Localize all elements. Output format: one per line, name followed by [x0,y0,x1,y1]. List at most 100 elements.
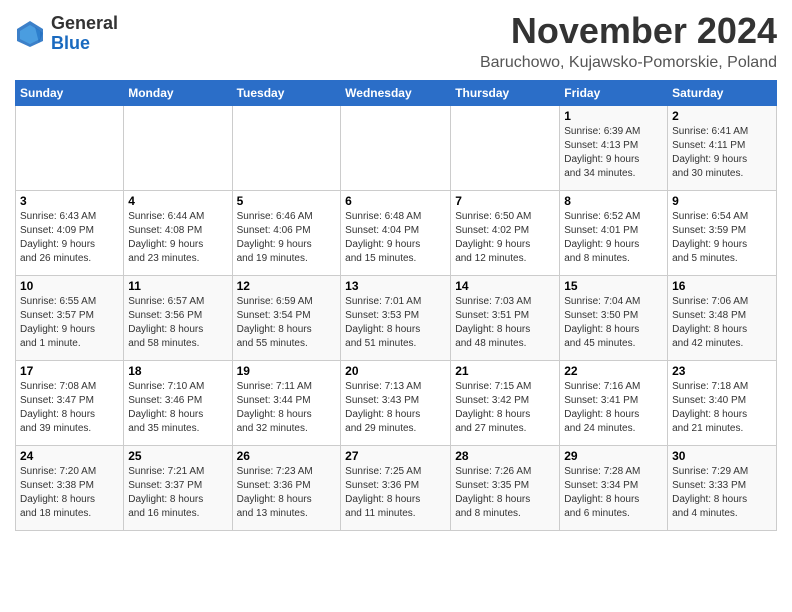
day-number: 10 [20,279,119,293]
calendar-cell [451,106,560,191]
logo: General Blue [15,14,118,54]
day-info: Sunrise: 7:21 AMSunset: 3:37 PMDaylight:… [128,465,227,521]
calendar-cell: 18 Sunrise: 7:10 AMSunset: 3:46 PMDayligh… [124,361,232,446]
month-title: November 2024 [480,10,777,52]
day-info: Sunrise: 7:06 AMSunset: 3:48 PMDaylight:… [672,295,772,351]
week-row-4: 17Sunrise: 7:08 AMSunset: 3:47 PMDayligh… [16,361,777,446]
calendar-cell: 22 Sunrise: 7:16 AMSunset: 3:41 PMDayligh… [560,361,668,446]
day-info: Sunrise: 6:43 AMSunset: 4:09 PMDaylight:… [20,210,119,266]
day-number: 2 [672,109,772,123]
day-info: Sunrise: 6:41 AMSunset: 4:11 PMDaylight:… [672,125,772,181]
day-number: 22 [564,364,663,378]
calendar-cell: 13 Sunrise: 7:01 AMSunset: 3:53 PMDayligh… [341,276,451,361]
day-number: 7 [455,194,555,208]
logo-icon [15,19,45,49]
header-day-wednesday: Wednesday [341,81,451,106]
day-info: Sunrise: 7:29 AMSunset: 3:33 PMDaylight:… [672,465,772,521]
day-number: 19 [237,364,337,378]
header-day-thursday: Thursday [451,81,560,106]
logo-general: General [51,14,118,34]
day-number: 27 [345,449,446,463]
title-area: November 2024 Baruchowo, Kujawsko-Pomors… [480,10,777,72]
day-number: 4 [128,194,227,208]
day-info: Sunrise: 7:03 AMSunset: 3:51 PMDaylight:… [455,295,555,351]
day-info: Sunrise: 6:46 AMSunset: 4:06 PMDaylight:… [237,210,337,266]
header-day-monday: Monday [124,81,232,106]
week-row-1: 1 Sunrise: 6:39 AMSunset: 4:13 PMDaylight… [16,106,777,191]
calendar-cell: 15Sunrise: 7:04 AMSunset: 3:50 PMDayligh… [560,276,668,361]
day-number: 29 [564,449,663,463]
day-number: 16 [672,279,772,293]
day-number: 9 [672,194,772,208]
calendar-cell: 29 Sunrise: 7:28 AMSunset: 3:34 PMDayligh… [560,446,668,531]
day-number: 11 [128,279,227,293]
day-info: Sunrise: 6:55 AMSunset: 3:57 PMDaylight:… [20,295,119,351]
calendar-cell: 12Sunrise: 6:59 AMSunset: 3:54 PMDayligh… [232,276,341,361]
day-number: 26 [237,449,337,463]
day-info: Sunrise: 7:01 AMSunset: 3:53 PMDaylight:… [345,295,446,351]
calendar-cell: 7 Sunrise: 6:50 AMSunset: 4:02 PMDaylight… [451,191,560,276]
day-info: Sunrise: 7:04 AMSunset: 3:50 PMDaylight:… [564,295,663,351]
logo-blue: Blue [51,34,118,54]
week-row-2: 3 Sunrise: 6:43 AMSunset: 4:09 PMDaylight… [16,191,777,276]
day-info: Sunrise: 7:08 AMSunset: 3:47 PMDaylight:… [20,380,119,436]
day-number: 21 [455,364,555,378]
week-row-5: 24 Sunrise: 7:20 AMSunset: 3:38 PMDayligh… [16,446,777,531]
calendar-cell: 11Sunrise: 6:57 AMSunset: 3:56 PMDayligh… [124,276,232,361]
calendar-cell: 28Sunrise: 7:26 AMSunset: 3:35 PMDayligh… [451,446,560,531]
day-info: Sunrise: 6:48 AMSunset: 4:04 PMDaylight:… [345,210,446,266]
day-info: Sunrise: 7:16 AMSunset: 3:41 PMDaylight:… [564,380,663,436]
day-info: Sunrise: 6:44 AMSunset: 4:08 PMDaylight:… [128,210,227,266]
day-number: 20 [345,364,446,378]
calendar-cell: 6 Sunrise: 6:48 AMSunset: 4:04 PMDaylight… [341,191,451,276]
day-info: Sunrise: 7:13 AMSunset: 3:43 PMDaylight:… [345,380,446,436]
calendar-cell: 16 Sunrise: 7:06 AMSunset: 3:48 PMDayligh… [668,276,777,361]
calendar-cell: 30Sunrise: 7:29 AMSunset: 3:33 PMDayligh… [668,446,777,531]
day-number: 13 [345,279,446,293]
calendar-header: SundayMondayTuesdayWednesdayThursdayFrid… [16,81,777,106]
day-number: 23 [672,364,772,378]
calendar-cell: 8 Sunrise: 6:52 AMSunset: 4:01 PMDaylight… [560,191,668,276]
calendar-cell [232,106,341,191]
day-number: 8 [564,194,663,208]
day-number: 24 [20,449,119,463]
header-row: SundayMondayTuesdayWednesdayThursdayFrid… [16,81,777,106]
calendar-cell: 5Sunrise: 6:46 AMSunset: 4:06 PMDaylight… [232,191,341,276]
header-day-friday: Friday [560,81,668,106]
calendar-body: 1 Sunrise: 6:39 AMSunset: 4:13 PMDaylight… [16,106,777,531]
calendar-cell [341,106,451,191]
header-day-tuesday: Tuesday [232,81,341,106]
day-number: 6 [345,194,446,208]
day-info: Sunrise: 6:52 AMSunset: 4:01 PMDaylight:… [564,210,663,266]
day-info: Sunrise: 6:50 AMSunset: 4:02 PMDaylight:… [455,210,555,266]
day-number: 18 [128,364,227,378]
calendar-cell: 20 Sunrise: 7:13 AMSunset: 3:43 PMDayligh… [341,361,451,446]
calendar-cell: 4 Sunrise: 6:44 AMSunset: 4:08 PMDaylight… [124,191,232,276]
day-info: Sunrise: 7:11 AMSunset: 3:44 PMDaylight:… [237,380,337,436]
day-info: Sunrise: 6:54 AMSunset: 3:59 PMDaylight:… [672,210,772,266]
calendar-cell: 24 Sunrise: 7:20 AMSunset: 3:38 PMDayligh… [16,446,124,531]
day-number: 25 [128,449,227,463]
day-info: Sunrise: 6:39 AMSunset: 4:13 PMDaylight:… [564,125,663,181]
day-info: Sunrise: 7:28 AMSunset: 3:34 PMDaylight:… [564,465,663,521]
calendar-cell: 10 Sunrise: 6:55 AMSunset: 3:57 PMDayligh… [16,276,124,361]
header-day-sunday: Sunday [16,81,124,106]
header-day-saturday: Saturday [668,81,777,106]
day-number: 1 [564,109,663,123]
day-info: Sunrise: 7:10 AMSunset: 3:46 PMDaylight:… [128,380,227,436]
day-info: Sunrise: 7:18 AMSunset: 3:40 PMDaylight:… [672,380,772,436]
calendar-cell: 26Sunrise: 7:23 AMSunset: 3:36 PMDayligh… [232,446,341,531]
day-info: Sunrise: 7:20 AMSunset: 3:38 PMDaylight:… [20,465,119,521]
calendar-cell: 25 Sunrise: 7:21 AMSunset: 3:37 PMDayligh… [124,446,232,531]
header: General Blue November 2024 Baruchowo, Ku… [15,10,777,72]
page: General Blue November 2024 Baruchowo, Ku… [0,0,792,541]
day-number: 3 [20,194,119,208]
logo-text: General Blue [51,14,118,54]
day-info: Sunrise: 7:26 AMSunset: 3:35 PMDaylight:… [455,465,555,521]
calendar-cell: 21 Sunrise: 7:15 AMSunset: 3:42 PMDayligh… [451,361,560,446]
week-row-3: 10 Sunrise: 6:55 AMSunset: 3:57 PMDayligh… [16,276,777,361]
day-info: Sunrise: 7:15 AMSunset: 3:42 PMDaylight:… [455,380,555,436]
location-subtitle: Baruchowo, Kujawsko-Pomorskie, Poland [480,54,777,72]
calendar-table: SundayMondayTuesdayWednesdayThursdayFrid… [15,80,777,531]
calendar-cell: 9 Sunrise: 6:54 AMSunset: 3:59 PMDaylight… [668,191,777,276]
